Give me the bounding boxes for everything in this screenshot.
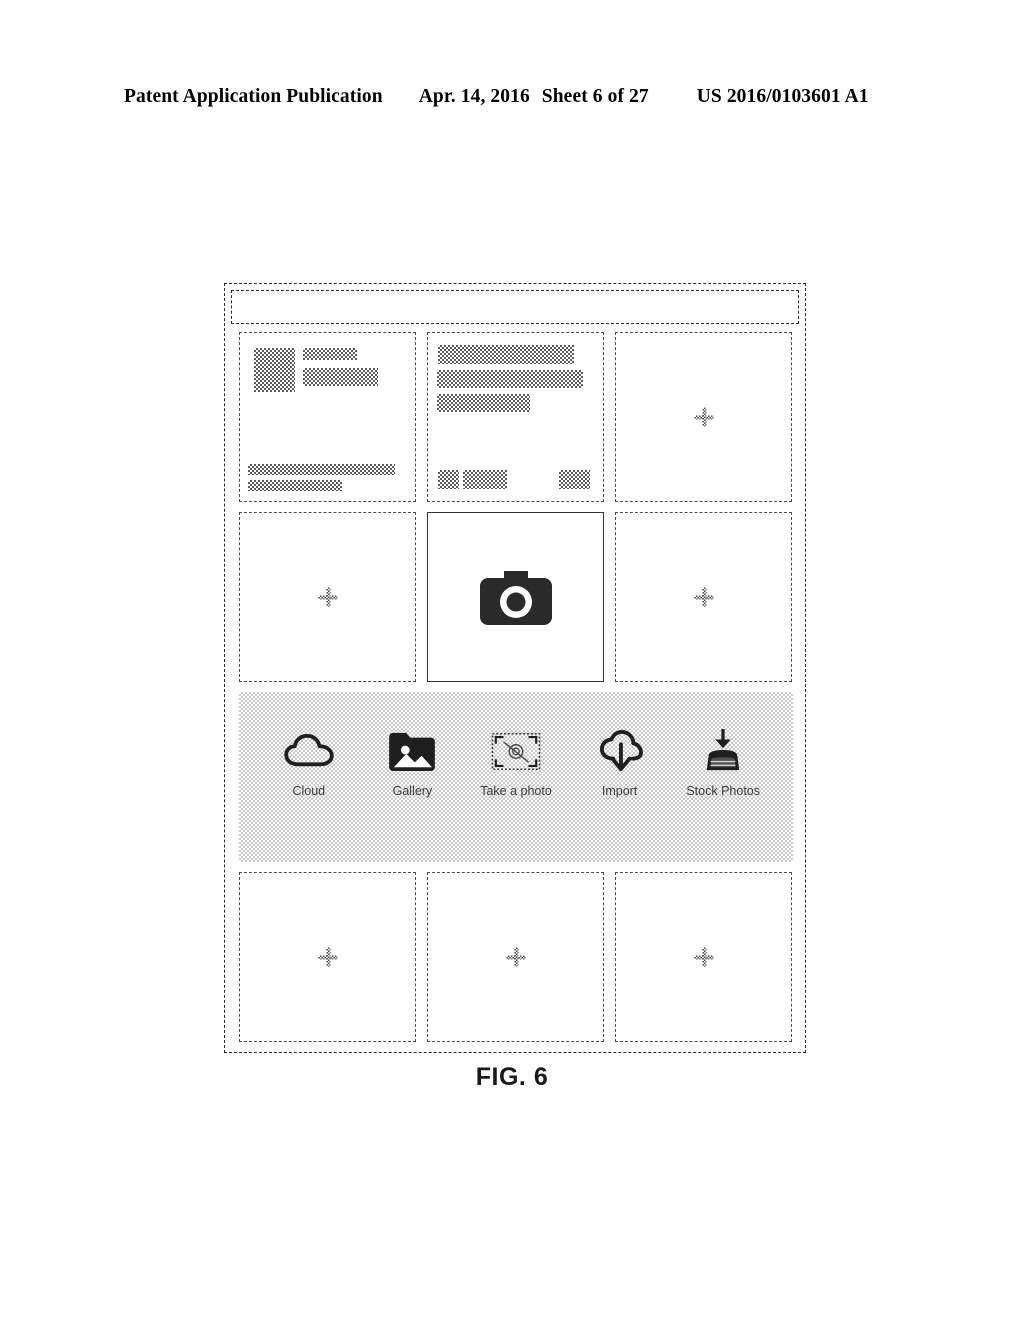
placeholder-block: [248, 464, 395, 475]
take-a-photo-icon: [490, 728, 542, 774]
source-label-take-a-photo: Take a photo: [480, 784, 552, 798]
document-thumbnail-cell-1[interactable]: [239, 332, 416, 502]
placeholder-block: [437, 394, 530, 412]
grid-row: [239, 512, 793, 682]
document-thumbnail-cell-2[interactable]: [427, 332, 604, 502]
plus-marker-icon: [694, 947, 713, 967]
placeholder-block: [438, 345, 574, 364]
source-item-take-a-photo[interactable]: Take a photo: [468, 728, 564, 798]
empty-cell-5[interactable]: [615, 512, 792, 682]
grid-row: [239, 872, 793, 1042]
camera-icon: [479, 569, 552, 625]
patent-header: Patent Application Publication Apr. 14, …: [124, 86, 900, 108]
source-label-import: Import: [601, 784, 638, 798]
source-label-cloud: Cloud: [292, 784, 326, 798]
plus-marker-icon: [318, 947, 337, 967]
image-source-toolbar: Cloud Gallery Take a photo Import Stock …: [239, 692, 793, 862]
empty-cell-8[interactable]: [615, 872, 792, 1042]
source-item-cloud[interactable]: Cloud: [261, 728, 357, 798]
patent-number: US 2016/0103601 A1: [696, 86, 869, 107]
title-bar: [231, 290, 799, 324]
source-item-gallery[interactable]: Gallery: [364, 728, 460, 798]
source-item-import[interactable]: Import: [572, 728, 668, 798]
plus-marker-icon: [506, 947, 525, 967]
placeholder-block: [463, 470, 507, 489]
empty-cell-7[interactable]: [427, 872, 604, 1042]
sheet-number: Sheet 6 of 27: [541, 86, 649, 107]
empty-cell-3[interactable]: [615, 332, 792, 502]
content-grid: Cloud Gallery Take a photo Import Stock …: [239, 332, 793, 1052]
publication-date: Apr. 14, 2016: [418, 86, 530, 107]
placeholder-block: [438, 470, 459, 489]
placeholder-block: [303, 348, 357, 360]
placeholder-block: [559, 470, 590, 489]
placeholder-block: [437, 370, 583, 388]
figure-caption: FIG. 6: [475, 1063, 549, 1091]
placeholder-block: [303, 368, 378, 386]
plus-marker-icon: [694, 407, 713, 427]
grid-row: [239, 332, 793, 502]
cloud-icon: [283, 728, 335, 774]
placeholder-block: [248, 480, 342, 491]
camera-cell-selected[interactable]: [427, 512, 604, 682]
plus-marker-icon: [694, 587, 713, 607]
source-item-stock-photos[interactable]: Stock Photos: [675, 728, 771, 798]
empty-cell-4[interactable]: [239, 512, 416, 682]
import-icon: [594, 728, 646, 774]
stock-photos-icon: [697, 728, 749, 774]
app-window-frame: Cloud Gallery Take a photo Import Stock …: [224, 283, 806, 1053]
publication-label: Patent Application Publication: [124, 86, 383, 107]
placeholder-block: [254, 348, 295, 392]
plus-marker-icon: [318, 587, 337, 607]
gallery-icon: [386, 728, 438, 774]
source-label-gallery: Gallery: [392, 784, 433, 798]
source-item-list: Cloud Gallery Take a photo Import Stock …: [239, 728, 793, 798]
empty-cell-6[interactable]: [239, 872, 416, 1042]
source-label-stock-photos: Stock Photos: [686, 784, 760, 798]
